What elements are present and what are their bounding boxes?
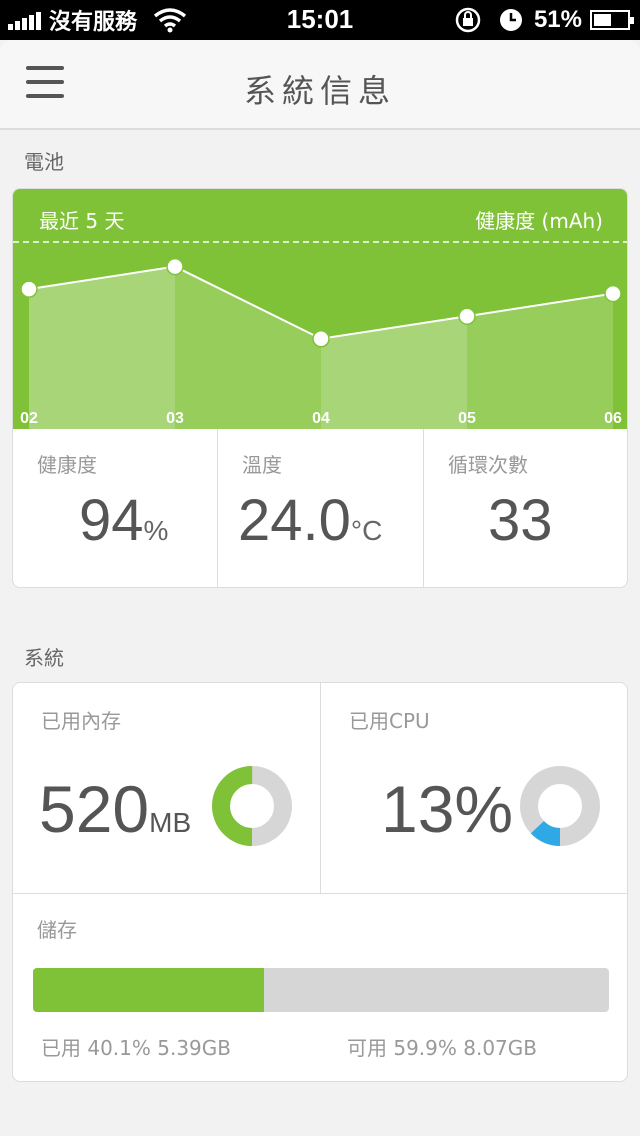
storage-free-text: 可用 59.9% 8.07GB — [347, 1036, 537, 1060]
chart-point — [166, 257, 184, 276]
page-title: 系統信息 — [243, 72, 396, 110]
chart-area-segment — [29, 266, 175, 429]
memory-label: 已用內存 — [41, 709, 121, 733]
storage-panel: 儲存 已用 40.1% 5.39GB 可用 59.9% 8.07GB — [13, 893, 627, 1081]
cpu-label: 已用CPU — [349, 709, 430, 733]
memory-value: 520MB — [39, 772, 192, 846]
cpu-panel: 已用CPU 13% — [321, 683, 627, 893]
chart-point — [20, 280, 38, 298]
storage-progress-bar — [33, 968, 609, 1012]
app-header: 系統信息 — [0, 40, 640, 130]
battery-icon — [590, 10, 634, 30]
storage-used-text: 已用 40.1% 5.39GB — [41, 1036, 231, 1060]
cycle-count-stat: 循環次數 33 — [423, 429, 627, 587]
chart-x-tick-label: 05 — [458, 410, 476, 427]
chart-area-segment — [175, 266, 321, 429]
temperature-stat: 溫度 24.0°C — [217, 429, 423, 587]
chart-x-tick-label: 02 — [20, 410, 38, 427]
battery-card: 最近 5 天 健康度 (mAh) 02 03 04 05 06 健康度 94% 溫度 2… — [12, 188, 628, 588]
health-unit: % — [143, 515, 169, 546]
storage-used-fill — [33, 968, 264, 1012]
health-label: 健康度 — [37, 453, 97, 477]
health-value: 94% — [79, 488, 169, 553]
battery-health-chart: 最近 5 天 健康度 (mAh) 02 03 04 05 06 — [13, 189, 627, 429]
cycle-count-label: 循環次數 — [448, 453, 528, 477]
temperature-value: 24.0°C — [238, 488, 383, 553]
memory-unit: MB — [149, 807, 192, 838]
chart-x-tick-label: 03 — [166, 410, 184, 427]
chart-x-tick-label: 06 — [604, 410, 622, 427]
chart-area-segment — [467, 293, 613, 429]
system-section-label: 系統 — [24, 646, 64, 670]
chart-point — [604, 284, 622, 303]
storage-label: 儲存 — [37, 918, 77, 942]
battery-section-label: 電池 — [24, 150, 64, 174]
rotation-lock-icon — [455, 7, 481, 33]
memory-donut-chart — [212, 766, 292, 846]
temperature-unit: °C — [350, 515, 383, 546]
alarm-clock-icon — [499, 9, 522, 31]
cpu-donut-chart — [520, 766, 600, 846]
health-stat: 健康度 94% — [13, 429, 217, 587]
system-card: 已用內存 520MB 已用CPU 13% 儲存 已用 40.1% 5.39GB … — [12, 682, 628, 1082]
chart-x-tick-label: 04 — [312, 410, 330, 427]
memory-panel: 已用內存 520MB — [13, 683, 321, 893]
chart-plot: 02 03 04 05 06 — [20, 257, 622, 429]
cycle-count-value: 33 — [488, 488, 553, 553]
chart-point — [458, 307, 476, 325]
cpu-value: 13% — [381, 772, 514, 846]
status-bar: 沒有服務 15:01 51% — [0, 0, 640, 40]
battery-percent: 51% — [533, 6, 582, 33]
temperature-label: 溫度 — [242, 453, 282, 477]
chart-area-segment — [321, 316, 467, 429]
chart-point — [312, 330, 330, 348]
